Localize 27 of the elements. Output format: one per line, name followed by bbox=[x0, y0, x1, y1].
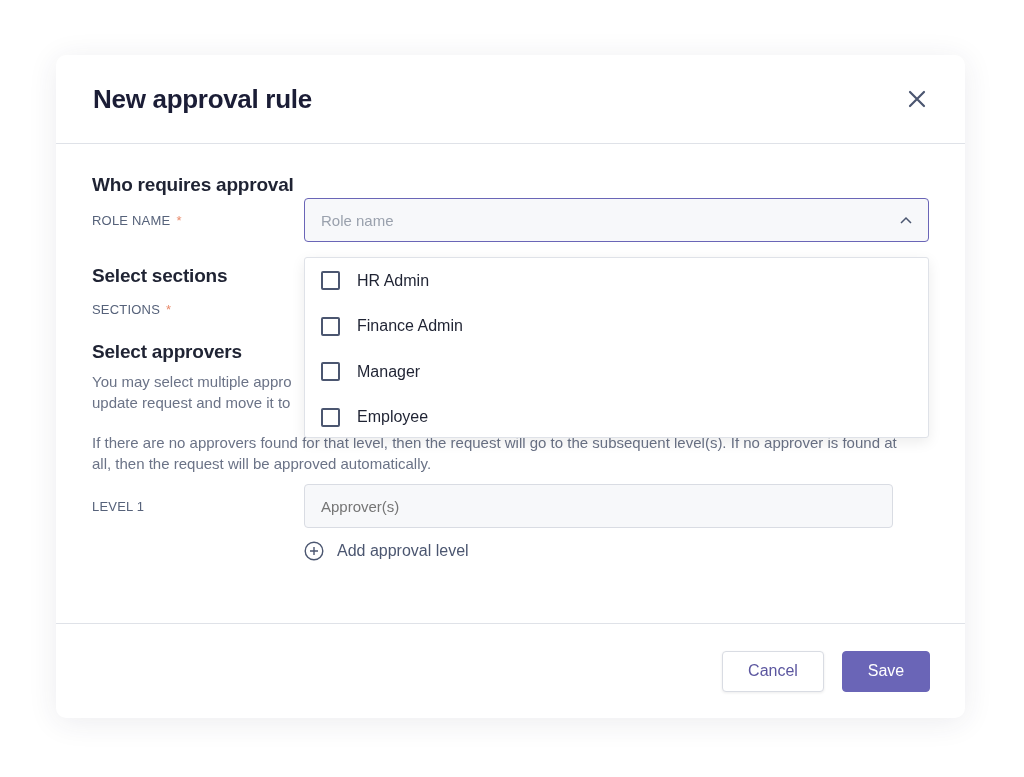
checkbox[interactable] bbox=[321, 271, 340, 291]
dropdown-option[interactable]: Manager bbox=[305, 349, 928, 395]
option-label[interactable]: Manager bbox=[357, 362, 421, 381]
add-approval-level-link[interactable]: Add approval level bbox=[304, 541, 929, 561]
field-label: SECTIONS * bbox=[92, 301, 173, 317]
description-text: update request and move it to bbox=[92, 393, 291, 413]
option-label[interactable]: Employee bbox=[357, 408, 429, 427]
dialog-title: New approval rule bbox=[93, 83, 312, 115]
approvers-input[interactable]: Approver(s) bbox=[304, 484, 893, 528]
checkbox[interactable] bbox=[321, 407, 340, 427]
chevron-up-icon bbox=[900, 216, 912, 224]
section-heading: Who requires approval bbox=[92, 174, 294, 196]
plus-circle-icon bbox=[304, 541, 324, 561]
option-label[interactable]: Finance Admin bbox=[357, 317, 463, 336]
section-heading: Select sections bbox=[92, 265, 228, 287]
description-text: You may select multiple appro bbox=[92, 372, 292, 392]
section-heading: Select approvers bbox=[92, 341, 242, 363]
checkbox[interactable] bbox=[321, 316, 340, 336]
save-button[interactable]: Save bbox=[842, 650, 930, 692]
field-label: ROLE NAME * bbox=[92, 212, 183, 228]
field-label: LEVEL 1 bbox=[92, 498, 146, 514]
dropdown-option[interactable]: HR Admin bbox=[305, 258, 928, 304]
close-icon[interactable] bbox=[907, 89, 927, 109]
dropdown-option[interactable]: Finance Admin bbox=[305, 303, 928, 349]
checkbox[interactable] bbox=[321, 362, 340, 382]
option-label[interactable]: HR Admin bbox=[357, 271, 430, 290]
cancel-button[interactable]: Cancel bbox=[722, 650, 824, 692]
